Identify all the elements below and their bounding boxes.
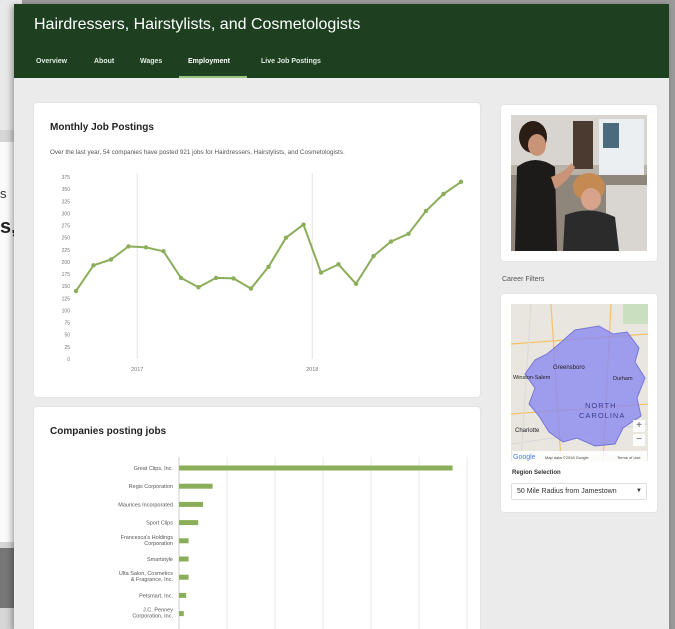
data-point [266, 264, 271, 269]
app-window: Hairdressers, Hairstylists, and Cosmetol… [14, 4, 669, 629]
map-terms-link[interactable]: Terms of Use [617, 455, 641, 460]
y-tick-label: 125 [62, 296, 71, 302]
category-label: J.C. Penney Corporation, Inc. [132, 608, 173, 620]
bar [179, 465, 453, 471]
data-point [143, 245, 149, 250]
category-label: Francesca's Holdings Corporation [121, 535, 174, 547]
map-attribution: Map data ©2018 Google [545, 455, 589, 460]
data-point [196, 284, 201, 290]
data-point [108, 257, 114, 262]
map-label-durham: Durham [613, 376, 633, 382]
data-point [213, 275, 219, 281]
y-tick-label: 300 [62, 211, 71, 217]
bar [179, 483, 213, 489]
bar [179, 574, 189, 580]
data-point [161, 249, 166, 254]
map-label-winston-salem: Winston-Salem [513, 375, 551, 381]
companies-card: Companies posting jobs Great Clips, Inc.… [34, 407, 480, 629]
data-point [388, 239, 394, 244]
bar [179, 501, 203, 507]
data-point [371, 253, 376, 259]
category-label: Maurices Incorporated [118, 502, 173, 508]
data-point [441, 191, 446, 197]
tab-about[interactable]: About [94, 58, 114, 78]
category-label: Petsmart, Inc. [139, 593, 173, 599]
category-label: Regis Corporation [129, 484, 173, 490]
bar [179, 538, 189, 544]
category-label: Great Clips, Inc. [134, 466, 174, 472]
map-label-charlotte: Charlotte [515, 428, 540, 434]
y-tick-label: 0 [67, 357, 70, 363]
data-point [353, 281, 359, 286]
y-tick-label: 50 [64, 333, 70, 339]
data-point [126, 244, 131, 249]
y-tick-label: 200 [62, 260, 71, 266]
bar [179, 611, 184, 617]
data-point [73, 288, 79, 294]
region-selection-label: Region Selection [512, 470, 561, 476]
tab-live-job-postings[interactable]: Live Job Postings [261, 58, 321, 78]
series-line [75, 181, 462, 292]
page-header: Hairdressers, Hairstylists, and Cosmetol… [14, 4, 669, 78]
y-tick-label: 75 [64, 321, 70, 327]
tab-overview[interactable]: Overview [36, 58, 67, 78]
region-select-dropdown[interactable]: 50 Mile Radius from Jamestown ▼ [511, 483, 647, 500]
data-point [318, 270, 324, 275]
y-tick-label: 350 [62, 187, 71, 193]
y-tick-label: 25 [64, 345, 70, 351]
career-filters-card: Greensboro Winston-Salem Durham Charlott… [501, 294, 657, 512]
google-logo: Google [513, 454, 536, 461]
y-tick-label: 275 [62, 224, 71, 230]
x-tick-label: 2017 [131, 367, 143, 373]
data-point [248, 286, 254, 291]
bar-chart: Great Clips, Inc. Regis Corporation Mauric… [118, 457, 468, 629]
y-tick-label: 325 [62, 199, 71, 205]
data-point [231, 276, 236, 281]
career-photo [511, 115, 647, 251]
tab-wages[interactable]: Wages [140, 58, 162, 78]
data-point [178, 275, 184, 281]
page-title: Hairdressers, Hairstylists, and Cosmetol… [34, 16, 361, 33]
career-filters-label: Career Filters [502, 276, 545, 283]
data-point [301, 222, 306, 227]
map-zoom-out-button[interactable]: − [633, 434, 645, 446]
monthly-postings-card: Monthly Job Postings Over the last year,… [34, 103, 480, 397]
y-tick-label: 225 [62, 248, 71, 254]
category-label: Sport Clips [146, 521, 173, 527]
background-text: s [0, 186, 7, 201]
y-tick-label: 250 [62, 236, 71, 242]
data-point [406, 231, 411, 236]
bar [179, 520, 199, 526]
bar [179, 592, 187, 598]
data-point [283, 235, 289, 240]
bar [179, 556, 189, 562]
map-label-carolina: CAROLINA [579, 411, 625, 420]
region-select-value: 50 Mile Radius from Jamestown [517, 488, 617, 495]
data-point [423, 208, 429, 214]
y-tick-label: 100 [62, 308, 71, 314]
y-tick-label: 150 [62, 284, 71, 290]
map-label-north: NORTH [585, 401, 617, 410]
chevron-down-icon: ▼ [636, 488, 642, 494]
tab-employment[interactable]: Employment [179, 58, 247, 78]
y-tick-label: 175 [62, 272, 71, 278]
region-map[interactable]: Greensboro Winston-Salem Durham Charlott… [511, 304, 648, 461]
category-label: Ulta Salon, Cosmetics & Fragrance, Inc. [119, 571, 174, 583]
data-point [458, 179, 464, 185]
x-tick-label: 2018 [306, 367, 318, 373]
data-point [336, 262, 341, 267]
map-zoom-in-button[interactable]: + [633, 420, 645, 432]
y-tick-label: 375 [62, 175, 71, 181]
data-point [91, 263, 96, 268]
map-label-greensboro: Greensboro [553, 365, 585, 371]
category-label: Smartstyle [147, 557, 173, 563]
career-photo-card [501, 105, 657, 261]
line-chart: 2017 2018 0 25 50 75 100 125 150 175 200 225 250 275 3… [62, 173, 464, 373]
